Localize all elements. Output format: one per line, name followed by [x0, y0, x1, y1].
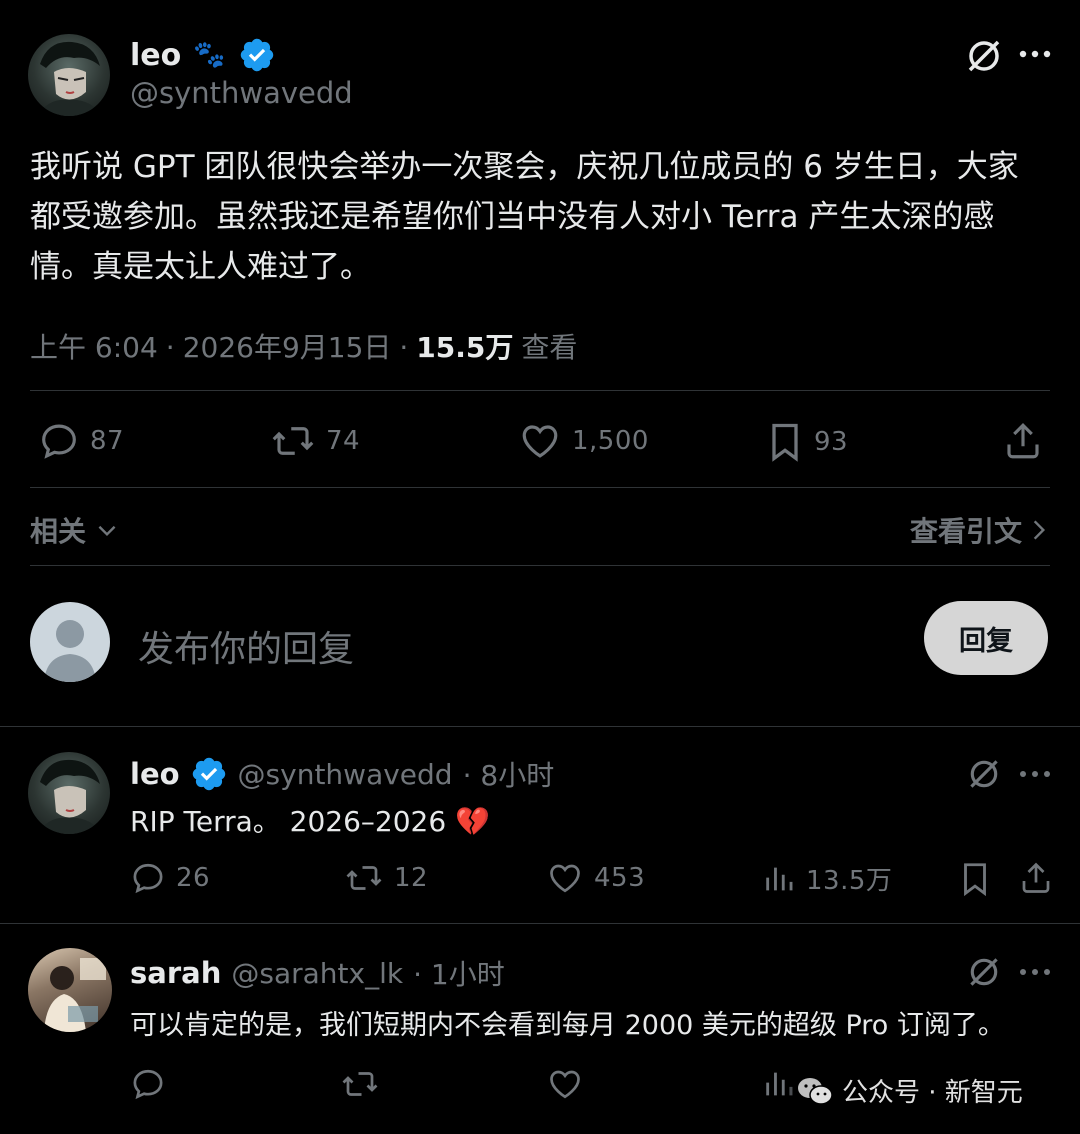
watermark: 公众号 · 新智元 [790, 1070, 1029, 1111]
reply-action[interactable] [130, 1066, 166, 1102]
like-action[interactable] [546, 1066, 584, 1102]
wechat-icon [796, 1075, 834, 1107]
reply-input[interactable]: 发布你的回复 [138, 620, 354, 672]
retweet-action[interactable]: 12 [344, 860, 428, 896]
related-label: 相关 [30, 515, 87, 548]
divider [30, 390, 1050, 391]
like-action[interactable]: 453 [546, 860, 645, 896]
bookmark-icon [766, 420, 804, 464]
retweet-icon [270, 420, 316, 462]
retweet-action[interactable] [340, 1066, 380, 1102]
more-options-icon[interactable] [1018, 48, 1052, 60]
share-icon[interactable] [1002, 420, 1044, 462]
verified-badge-icon[interactable] [238, 36, 276, 74]
divider [30, 487, 1050, 488]
reply-avatar[interactable] [28, 752, 110, 834]
heart-icon [546, 860, 584, 896]
reply-author-name[interactable]: leo [130, 757, 180, 791]
reply-avatar[interactable] [28, 948, 112, 1032]
analytics-icon [762, 861, 796, 897]
reply-handle[interactable]: @sarahtx_lk [231, 957, 403, 990]
more-options-icon[interactable] [1018, 966, 1052, 978]
views-action[interactable]: 13.5万 [762, 860, 892, 897]
reply-action[interactable]: 26 [130, 860, 210, 896]
grok-icon[interactable] [966, 756, 1002, 792]
reply-button-label: 回复 [959, 625, 1013, 657]
author-name[interactable]: leo [130, 38, 181, 73]
paw-emoji: 🐾 [193, 40, 226, 70]
reply-button[interactable]: 回复 [924, 601, 1048, 675]
reply-icon [38, 420, 80, 462]
watermark-text: 公众号 · 新智元 [842, 1078, 1023, 1108]
reply-text: RIP Terra。 2026–2026 💔 [130, 805, 490, 838]
like-action[interactable]: 1,500 [518, 420, 649, 462]
retweet-count: 74 [326, 426, 361, 456]
more-options-icon[interactable] [1018, 768, 1052, 780]
chevron-down-icon [94, 517, 120, 543]
retweet-icon [344, 860, 384, 896]
verified-badge-icon[interactable] [190, 755, 228, 793]
views-label: 查看 [521, 331, 578, 364]
like-count: 453 [594, 863, 646, 893]
reply-header: leo @synthwavedd · 8小时 [130, 754, 554, 794]
views-count: 13.5万 [806, 866, 893, 896]
tweet-date[interactable]: 2026年9月15日 [183, 326, 392, 366]
view-quotes-link[interactable]: 查看引文 [910, 510, 1050, 550]
reply-text: 可以肯定的是，我们短期内不会看到每月 2000 美元的超级 Pro 订阅了。 [130, 1010, 1005, 1041]
views-count: 15.5万 [416, 331, 514, 364]
like-count: 1,500 [572, 426, 649, 456]
reply-count: 87 [90, 426, 125, 456]
author-avatar[interactable] [28, 34, 110, 116]
heart-icon [518, 420, 562, 462]
tweet-meta: 上午 6:04 · 2026年9月15日 · 15.5万 查看 [30, 326, 577, 366]
retweet-count: 12 [394, 863, 429, 893]
divider [30, 565, 1050, 566]
bookmark-action[interactable]: 93 [766, 420, 848, 464]
divider [0, 726, 1080, 727]
bookmark-icon[interactable] [958, 860, 992, 898]
share-icon[interactable] [1018, 860, 1054, 896]
bookmark-count: 93 [814, 427, 849, 457]
reply-icon [130, 860, 166, 896]
reply-time[interactable]: · 1小时 [413, 953, 505, 993]
heart-icon [546, 1066, 584, 1102]
tweet-text: 我听说 GPT 团队很快会举办一次聚会，庆祝几位成员的 6 岁生日，大家都受邀参… [30, 149, 1019, 285]
chevron-right-icon [1028, 517, 1050, 543]
reply-time[interactable]: · 8小时 [463, 754, 555, 794]
retweet-action[interactable]: 74 [270, 420, 360, 462]
tweet-time[interactable]: 上午 6:04 [30, 326, 158, 366]
reply-handle[interactable]: @synthwavedd [238, 758, 453, 791]
retweet-icon [340, 1066, 380, 1102]
divider [0, 923, 1080, 924]
grok-icon[interactable] [964, 36, 1004, 76]
author-handle[interactable]: @synthwavedd [130, 76, 353, 110]
view-quotes-label: 查看引文 [910, 515, 1023, 548]
reply-action[interactable]: 87 [38, 420, 124, 462]
reply-header: sarah @sarahtx_lk · 1小时 [130, 953, 505, 993]
reply-count: 26 [176, 863, 211, 893]
reply-icon [130, 1066, 166, 1102]
reply-author-name[interactable]: sarah [130, 956, 221, 990]
user-avatar[interactable] [30, 602, 110, 682]
related-toggle[interactable]: 相关 [30, 510, 120, 550]
grok-icon[interactable] [966, 954, 1002, 990]
